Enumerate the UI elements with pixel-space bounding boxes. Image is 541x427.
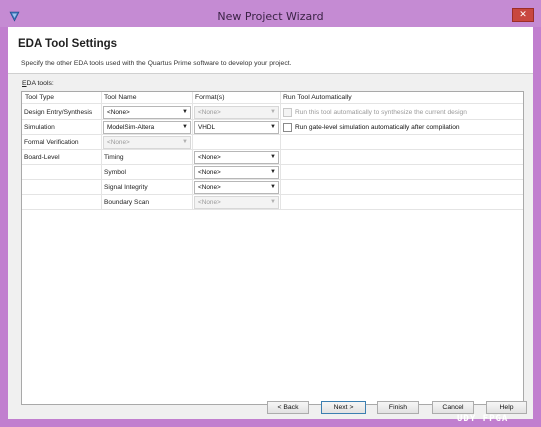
wizard-client-area: EDA Tool Settings Specify the other EDA … — [8, 27, 533, 419]
table-row: Formal Verification <None> ▼ — [22, 135, 523, 150]
table-row: Simulation ModelSim-Altera ▼ VHDL ▼ Run … — [22, 120, 523, 135]
watermark: UDY FPGA — [457, 414, 509, 424]
format-dropdown: <None> ▼ — [194, 106, 279, 119]
next-button[interactable]: Next > — [321, 401, 366, 414]
table-row: Boundary Scan <None> ▼ — [22, 195, 523, 210]
cancel-button[interactable]: Cancel — [432, 401, 474, 414]
table-row: Symbol <None> ▼ — [22, 165, 523, 180]
eda-tools-label-text: DA tools: — [26, 80, 54, 87]
format-value: <None> — [198, 184, 221, 191]
back-button[interactable]: < Back — [267, 401, 309, 414]
tool-name-cell: Symbol — [104, 169, 126, 176]
chevron-down-icon: ▼ — [270, 109, 276, 115]
tool-name-cell: Boundary Scan — [104, 199, 150, 206]
tool-type-cell: Simulation — [24, 124, 55, 131]
page-description: Specify the other EDA tools used with th… — [21, 60, 292, 67]
tool-name-cell: Timing — [104, 154, 124, 161]
tool-name-value: <None> — [107, 139, 130, 146]
column-header-tool-type: Tool Type — [25, 94, 54, 101]
chevron-down-icon: ▼ — [182, 139, 188, 145]
finish-button[interactable]: Finish — [377, 401, 419, 414]
run-synthesis-label: Run this tool automatically to synthesiz… — [295, 109, 467, 116]
help-button[interactable]: Help — [486, 401, 527, 414]
tool-name-dropdown[interactable]: ModelSim-Altera ▼ — [103, 121, 191, 134]
title-bar[interactable]: New Project Wizard ✕ — [0, 0, 541, 27]
chevron-down-icon: ▼ — [270, 184, 276, 190]
run-gate-level-simulation-label: Run gate-level simulation automatically … — [295, 124, 460, 131]
format-value: <None> — [198, 154, 221, 161]
tool-type-cell: Formal Verification — [24, 139, 79, 146]
tool-name-value: ModelSim-Altera — [107, 124, 155, 131]
tool-name-value: <None> — [107, 109, 130, 116]
tool-name-dropdown[interactable]: <None> ▼ — [103, 106, 191, 119]
format-value: <None> — [198, 199, 221, 206]
format-dropdown[interactable]: <None> ▼ — [194, 181, 279, 194]
format-dropdown[interactable]: <None> ▼ — [194, 151, 279, 164]
format-value: <None> — [198, 109, 221, 116]
column-header-run-automatically: Run Tool Automatically — [283, 94, 352, 101]
run-gate-level-simulation-checkbox[interactable] — [283, 123, 292, 132]
table-row: Design Entry/Synthesis <None> ▼ <None> ▼… — [22, 105, 523, 120]
table-header-row: Tool Type Tool Name Format(s) Run Tool A… — [22, 92, 523, 104]
chevron-down-icon: ▼ — [270, 169, 276, 175]
tool-type-cell: Board-Level — [24, 154, 60, 161]
format-dropdown: <None> ▼ — [194, 196, 279, 209]
chevron-down-icon: ▼ — [270, 199, 276, 205]
eda-tools-table: Tool Type Tool Name Format(s) Run Tool A… — [21, 91, 524, 405]
wizard-header: EDA Tool Settings Specify the other EDA … — [8, 27, 533, 74]
run-synthesis-checkbox[interactable] — [283, 108, 292, 117]
format-dropdown[interactable]: VHDL ▼ — [194, 121, 279, 134]
format-dropdown[interactable]: <None> ▼ — [194, 166, 279, 179]
wizard-window: New Project Wizard ✕ EDA Tool Settings S… — [0, 0, 541, 427]
window-title: New Project Wizard — [217, 10, 324, 23]
table-row: Board-Level Timing <None> ▼ — [22, 150, 523, 165]
tool-name-cell: Signal Integrity — [104, 184, 148, 191]
close-button[interactable]: ✕ — [512, 8, 534, 22]
format-value: VHDL — [198, 124, 216, 131]
page-title: EDA Tool Settings — [18, 38, 118, 50]
chevron-down-icon: ▼ — [270, 154, 276, 160]
column-header-formats: Format(s) — [195, 94, 225, 101]
chevron-down-icon: ▼ — [182, 124, 188, 130]
tool-name-dropdown: <None> ▼ — [103, 136, 191, 149]
column-header-tool-name: Tool Name — [104, 94, 137, 101]
eda-tools-label: EDA tools: — [22, 80, 54, 87]
table-row: Signal Integrity <None> ▼ — [22, 180, 523, 195]
tool-type-cell: Design Entry/Synthesis — [24, 109, 93, 116]
format-value: <None> — [198, 169, 221, 176]
chevron-down-icon: ▼ — [270, 124, 276, 130]
chevron-down-icon: ▼ — [182, 109, 188, 115]
